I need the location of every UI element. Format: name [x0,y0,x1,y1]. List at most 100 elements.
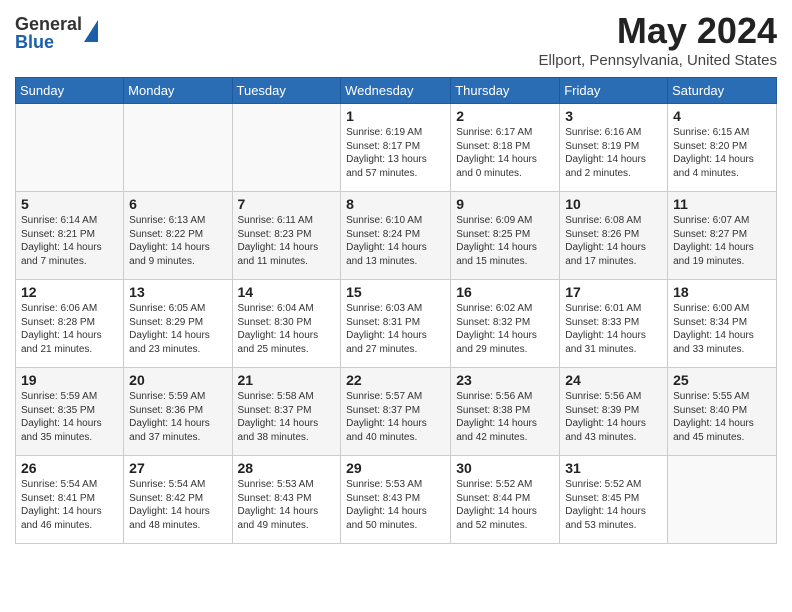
day-info: Sunrise: 5:56 AMSunset: 8:38 PMDaylight:… [456,390,554,444]
day-info: Sunrise: 5:54 AMSunset: 8:42 PMDaylight:… [129,478,226,532]
day-info: Sunrise: 6:00 AMSunset: 8:34 PMDaylight:… [673,302,771,356]
day-info: Sunrise: 5:52 AMSunset: 8:45 PMDaylight:… [565,478,662,532]
calendar-cell: 15Sunrise: 6:03 AMSunset: 8:31 PMDayligh… [341,280,451,368]
day-info: Sunrise: 6:17 AMSunset: 8:18 PMDaylight:… [456,126,554,180]
day-info: Sunrise: 5:53 AMSunset: 8:43 PMDaylight:… [238,478,336,532]
column-header-sunday: Sunday [16,78,124,104]
calendar-cell [668,456,777,544]
logo-text: General Blue [15,15,82,51]
day-number: 28 [238,460,336,476]
calendar-cell [232,104,341,192]
day-info: Sunrise: 6:11 AMSunset: 8:23 PMDaylight:… [238,214,336,268]
title-block: May 2024 Ellport, Pennsylvania, United S… [539,10,777,69]
day-info: Sunrise: 6:19 AMSunset: 8:17 PMDaylight:… [346,126,445,180]
calendar-cell: 30Sunrise: 5:52 AMSunset: 8:44 PMDayligh… [451,456,560,544]
day-number: 15 [346,284,445,300]
day-number: 29 [346,460,445,476]
day-number: 9 [456,196,554,212]
day-info: Sunrise: 6:02 AMSunset: 8:32 PMDaylight:… [456,302,554,356]
day-number: 13 [129,284,226,300]
calendar-cell: 22 Sunrise: 5:57 AMSunset: 8:37 PMDayligh… [341,368,451,456]
day-info: Sunrise: 5:56 AMSunset: 8:39 PMDaylight:… [565,390,662,444]
day-info: Sunrise: 6:16 AMSunset: 8:19 PMDaylight:… [565,126,662,180]
day-info: Sunrise: 5:57 AMSunset: 8:37 PMDaylight:… [346,390,445,444]
calendar-table: SundayMondayTuesdayWednesdayThursdayFrid… [15,77,777,544]
day-number: 12 [21,284,118,300]
month-year-title: May 2024 [539,10,777,52]
day-info: Sunrise: 6:13 AMSunset: 8:22 PMDaylight:… [129,214,226,268]
calendar-cell: 1 Sunrise: 6:19 AMSunset: 8:17 PMDaylight… [341,104,451,192]
calendar-cell: 18 Sunrise: 6:00 AMSunset: 8:34 PMDayligh… [668,280,777,368]
day-info: Sunrise: 5:54 AMSunset: 8:41 PMDaylight:… [21,478,118,532]
logo-general: General [15,15,82,33]
calendar-cell: 17 Sunrise: 6:01 AMSunset: 8:33 PMDayligh… [560,280,668,368]
logo-triangle-icon [84,20,98,42]
day-number: 10 [565,196,662,212]
calendar-cell: 7 Sunrise: 6:11 AMSunset: 8:23 PMDaylight… [232,192,341,280]
calendar-header-row: SundayMondayTuesdayWednesdayThursdayFrid… [16,78,777,104]
day-info: Sunrise: 6:15 AMSunset: 8:20 PMDaylight:… [673,126,771,180]
calendar-cell: 16 Sunrise: 6:02 AMSunset: 8:32 PMDayligh… [451,280,560,368]
day-number: 16 [456,284,554,300]
calendar-body: 1 Sunrise: 6:19 AMSunset: 8:17 PMDaylight… [16,104,777,544]
calendar-cell: 24 Sunrise: 5:56 AMSunset: 8:39 PMDayligh… [560,368,668,456]
day-number: 19 [21,372,118,388]
calendar-cell: 13 Sunrise: 6:05 AMSunset: 8:29 PMDayligh… [124,280,232,368]
calendar-cell: 29Sunrise: 5:53 AMSunset: 8:43 PMDayligh… [341,456,451,544]
calendar-cell: 20Sunrise: 5:59 AMSunset: 8:36 PMDayligh… [124,368,232,456]
calendar-week-3: 12Sunrise: 6:06 AMSunset: 8:28 PMDayligh… [16,280,777,368]
column-header-saturday: Saturday [668,78,777,104]
calendar-cell: 3 Sunrise: 6:16 AMSunset: 8:19 PMDaylight… [560,104,668,192]
day-number: 27 [129,460,226,476]
calendar-cell: 19 Sunrise: 5:59 AMSunset: 8:35 PMDayligh… [16,368,124,456]
column-header-thursday: Thursday [451,78,560,104]
day-number: 22 [346,372,445,388]
day-info: Sunrise: 6:07 AMSunset: 8:27 PMDaylight:… [673,214,771,268]
column-header-friday: Friday [560,78,668,104]
day-number: 11 [673,196,771,212]
calendar-week-1: 1 Sunrise: 6:19 AMSunset: 8:17 PMDaylight… [16,104,777,192]
calendar-cell [16,104,124,192]
day-number: 17 [565,284,662,300]
day-info: Sunrise: 6:09 AMSunset: 8:25 PMDaylight:… [456,214,554,268]
calendar-cell: 12Sunrise: 6:06 AMSunset: 8:28 PMDayligh… [16,280,124,368]
day-number: 1 [346,108,445,124]
day-info: Sunrise: 6:04 AMSunset: 8:30 PMDaylight:… [238,302,336,356]
calendar-cell: 2Sunrise: 6:17 AMSunset: 8:18 PMDaylight… [451,104,560,192]
calendar-cell: 11 Sunrise: 6:07 AMSunset: 8:27 PMDayligh… [668,192,777,280]
day-info: Sunrise: 5:55 AMSunset: 8:40 PMDaylight:… [673,390,771,444]
day-number: 7 [238,196,336,212]
calendar-week-2: 5 Sunrise: 6:14 AMSunset: 8:21 PMDaylight… [16,192,777,280]
calendar-week-5: 26Sunrise: 5:54 AMSunset: 8:41 PMDayligh… [16,456,777,544]
day-number: 6 [129,196,226,212]
column-header-monday: Monday [124,78,232,104]
day-number: 5 [21,196,118,212]
day-number: 18 [673,284,771,300]
day-info: Sunrise: 5:58 AMSunset: 8:37 PMDaylight:… [238,390,336,444]
day-info: Sunrise: 6:08 AMSunset: 8:26 PMDaylight:… [565,214,662,268]
logo: General Blue [15,15,98,51]
calendar-cell: 5 Sunrise: 6:14 AMSunset: 8:21 PMDaylight… [16,192,124,280]
day-number: 30 [456,460,554,476]
page-header: General Blue May 2024 Ellport, Pennsylva… [15,10,777,69]
day-number: 31 [565,460,662,476]
calendar-cell: 4 Sunrise: 6:15 AMSunset: 8:20 PMDaylight… [668,104,777,192]
day-number: 24 [565,372,662,388]
calendar-cell: 27 Sunrise: 5:54 AMSunset: 8:42 PMDayligh… [124,456,232,544]
day-number: 3 [565,108,662,124]
day-number: 23 [456,372,554,388]
day-number: 25 [673,372,771,388]
day-number: 14 [238,284,336,300]
column-header-wednesday: Wednesday [341,78,451,104]
calendar-cell: 26Sunrise: 5:54 AMSunset: 8:41 PMDayligh… [16,456,124,544]
calendar-week-4: 19 Sunrise: 5:59 AMSunset: 8:35 PMDayligh… [16,368,777,456]
calendar-cell: 6 Sunrise: 6:13 AMSunset: 8:22 PMDaylight… [124,192,232,280]
day-info: Sunrise: 5:59 AMSunset: 8:35 PMDaylight:… [21,390,118,444]
calendar-cell: 21Sunrise: 5:58 AMSunset: 8:37 PMDayligh… [232,368,341,456]
calendar-cell: 23 Sunrise: 5:56 AMSunset: 8:38 PMDayligh… [451,368,560,456]
day-number: 4 [673,108,771,124]
day-info: Sunrise: 6:14 AMSunset: 8:21 PMDaylight:… [21,214,118,268]
day-info: Sunrise: 6:01 AMSunset: 8:33 PMDaylight:… [565,302,662,356]
day-info: Sunrise: 6:05 AMSunset: 8:29 PMDaylight:… [129,302,226,356]
calendar-cell: 10 Sunrise: 6:08 AMSunset: 8:26 PMDayligh… [560,192,668,280]
